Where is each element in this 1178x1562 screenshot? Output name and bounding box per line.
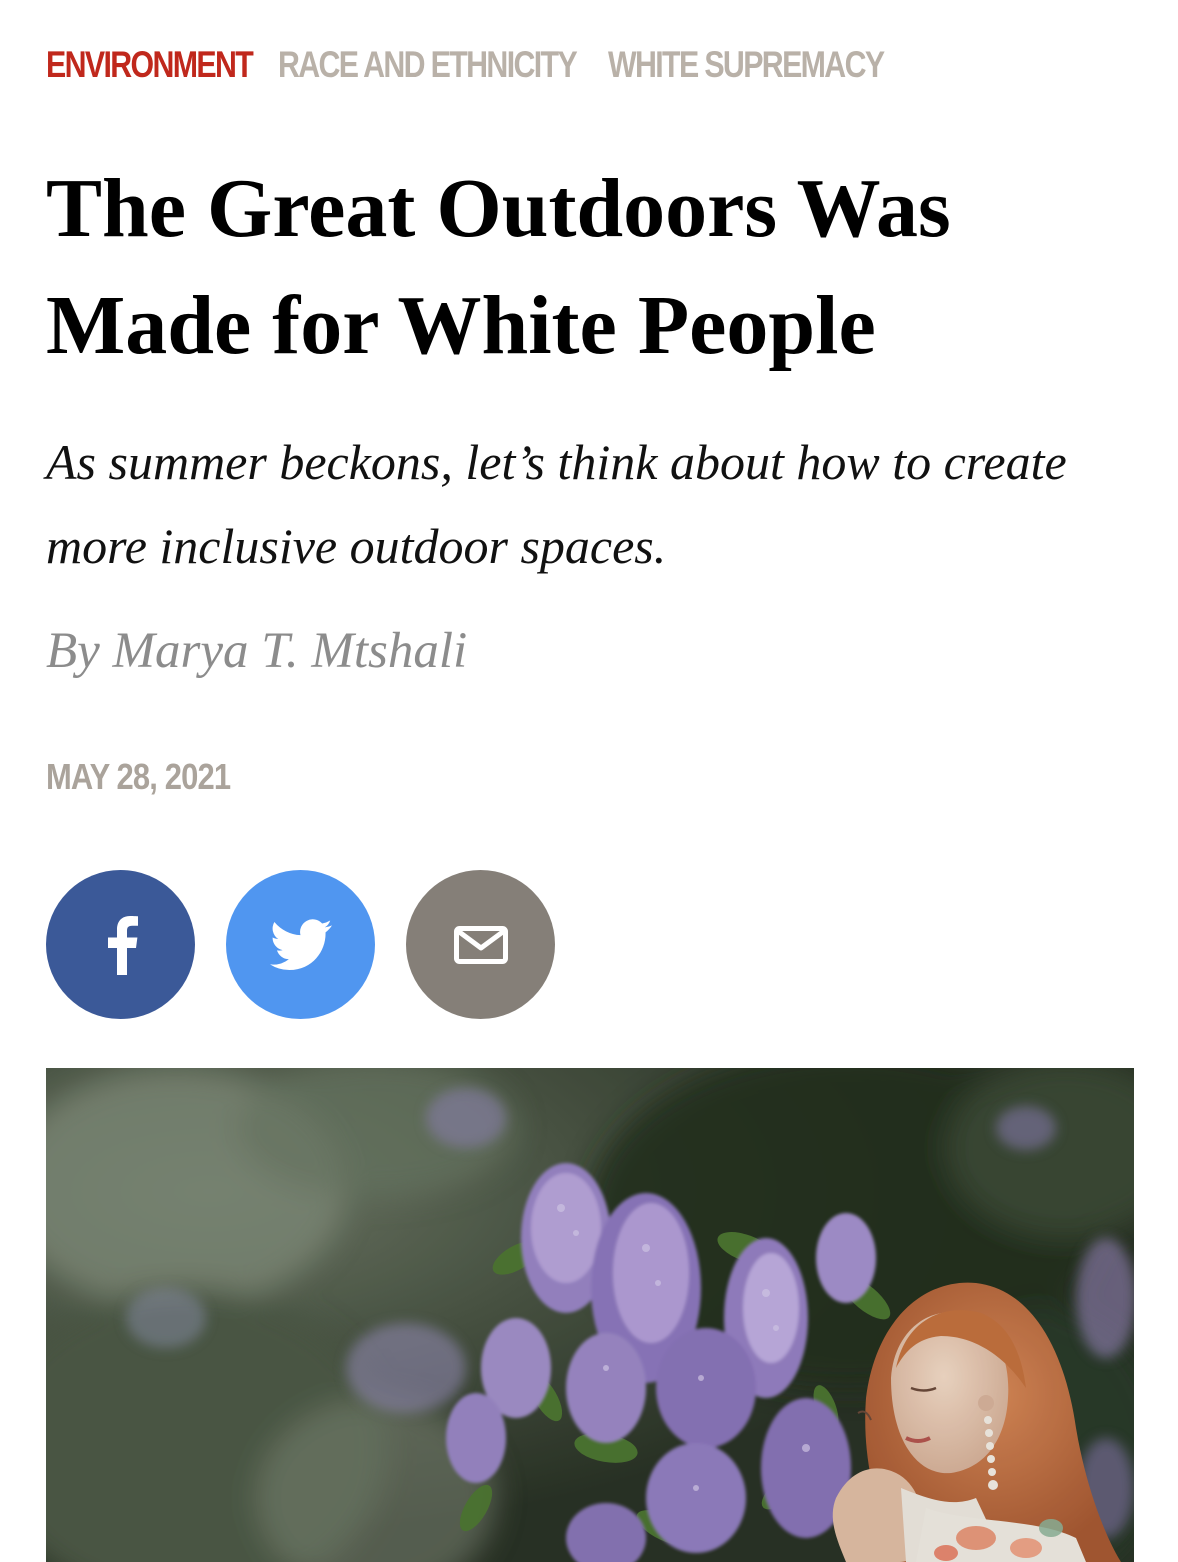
share-buttons (46, 870, 555, 1019)
email-share-button[interactable] (406, 870, 555, 1019)
tag-environment[interactable]: ENVIRONMENT (46, 44, 254, 86)
twitter-icon (269, 918, 332, 970)
lilac-photo (46, 1068, 1134, 1562)
hero-image (46, 1068, 1134, 1562)
article-tags: ENVIRONMENT RACE AND ETHNICITY WHITE SUP… (46, 44, 944, 86)
twitter-share-button[interactable] (226, 870, 375, 1019)
tag-white-supremacy[interactable]: WHITE SUPREMACY (608, 44, 885, 86)
tag-race-and-ethnicity[interactable]: RACE AND ETHNICITY (278, 44, 578, 86)
article-dek: As summer beckons, let’s think about how… (46, 434, 1067, 574)
email-icon (453, 925, 508, 964)
facebook-icon (107, 915, 138, 975)
facebook-share-button[interactable] (46, 870, 195, 1019)
article-byline[interactable]: By Marya T. Mtshali (46, 622, 467, 680)
article-date: MAY 28, 2021 (46, 756, 231, 797)
article-title: The Great Outdoors Was Made for White Pe… (46, 162, 951, 372)
